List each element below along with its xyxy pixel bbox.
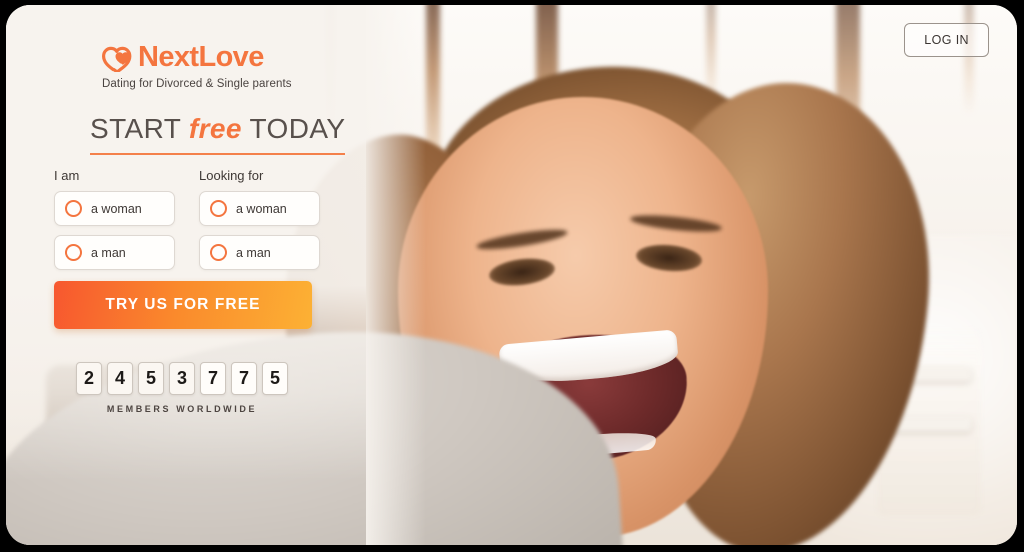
try-us-for-free-button[interactable]: TRY US FOR FREE bbox=[54, 281, 312, 329]
counter-caption: MEMBERS WORLDWIDE bbox=[106, 404, 258, 414]
logo-row: NextLove bbox=[102, 43, 292, 72]
brand-tagline: Dating for Divorced & Single parents bbox=[102, 78, 292, 90]
headline-prefix: START bbox=[90, 113, 181, 144]
counter-digit: 7 bbox=[231, 362, 257, 395]
form-columns: I am a woman a man Looking for a woman a… bbox=[54, 168, 320, 279]
option-label: a woman bbox=[91, 201, 142, 216]
radio-icon[interactable] bbox=[210, 244, 227, 261]
radio-icon[interactable] bbox=[210, 200, 227, 217]
option-label: a man bbox=[236, 245, 271, 260]
counter-digit: 4 bbox=[107, 362, 133, 395]
i-am-option-woman[interactable]: a woman bbox=[54, 191, 175, 226]
radio-icon[interactable] bbox=[65, 244, 82, 261]
option-label: a woman bbox=[236, 201, 287, 216]
landing-page-card: LOG IN NextLove Dating for Divorced & Si… bbox=[6, 5, 1017, 545]
signup-form: I am a woman a man Looking for a woman a… bbox=[54, 168, 320, 279]
option-label: a man bbox=[91, 245, 126, 260]
counter-digit: 5 bbox=[262, 362, 288, 395]
member-counter: 2 4 5 3 7 7 5 MEMBERS WORLDWIDE bbox=[76, 362, 288, 414]
counter-digit: 3 bbox=[169, 362, 195, 395]
counter-digit: 2 bbox=[76, 362, 102, 395]
counter-digits: 2 4 5 3 7 7 5 bbox=[76, 362, 288, 395]
screenshot-viewport: LOG IN NextLove Dating for Divorced & Si… bbox=[0, 0, 1024, 552]
looking-for-option-woman[interactable]: a woman bbox=[199, 191, 320, 226]
counter-digit: 5 bbox=[138, 362, 164, 395]
radio-icon[interactable] bbox=[65, 200, 82, 217]
looking-for-column: Looking for a woman a man bbox=[199, 168, 320, 279]
looking-for-label: Looking for bbox=[199, 168, 264, 183]
headline-suffix: TODAY bbox=[249, 113, 346, 144]
brand-logo[interactable]: NextLove Dating for Divorced & Single pa… bbox=[102, 43, 292, 90]
double-heart-icon bbox=[102, 46, 132, 72]
page-title: START free TODAY bbox=[90, 113, 346, 155]
counter-digit: 7 bbox=[200, 362, 226, 395]
looking-for-option-man[interactable]: a man bbox=[199, 235, 320, 270]
i-am-column: I am a woman a man bbox=[54, 168, 175, 279]
i-am-option-man[interactable]: a man bbox=[54, 235, 175, 270]
brand-name: NextLove bbox=[138, 41, 264, 73]
i-am-label: I am bbox=[54, 168, 80, 183]
headline-emphasis: free bbox=[188, 113, 242, 144]
login-button[interactable]: LOG IN bbox=[904, 23, 989, 57]
page-content: LOG IN NextLove Dating for Divorced & Si… bbox=[6, 5, 1017, 545]
